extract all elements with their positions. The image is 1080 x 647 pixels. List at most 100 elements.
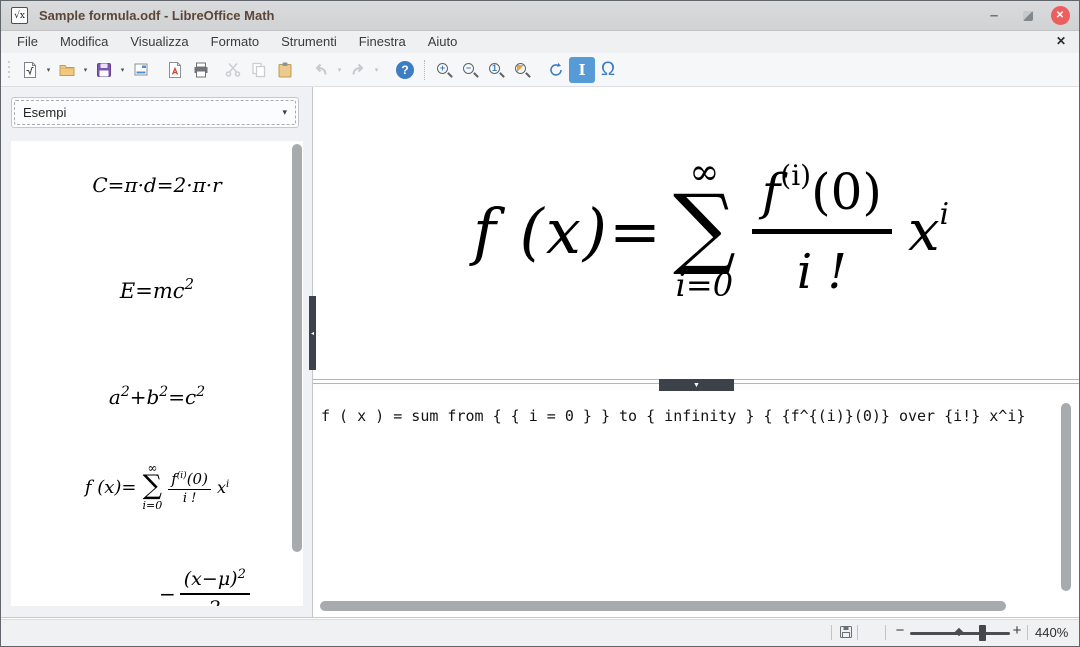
formula-preview[interactable]: f (x)= ∞ ∑ i=0 f(i)(0) i ! xi	[313, 87, 1079, 379]
redo-dropdown[interactable]: ▾	[371, 66, 382, 74]
example-list: C=π·d=2·π·r E=mc2 a2+b2=c2 f (x)= ∞ ∑ i=…	[11, 141, 303, 606]
command-editor[interactable]: f ( x ) = sum from { { i = 0 } } to { in…	[313, 391, 1079, 617]
export-pdf-button[interactable]	[162, 57, 188, 83]
print-icon	[192, 61, 210, 79]
app-window: √x Sample formula.odf - LibreOffice Math…	[0, 0, 1080, 647]
close-glyph: ✕	[1056, 10, 1064, 21]
toolbar-grip[interactable]	[4, 59, 13, 81]
zoom-slider-thumb[interactable]	[979, 625, 986, 641]
zoom-out-button[interactable]: −	[457, 57, 483, 83]
menu-item-formato[interactable]: Formato	[200, 31, 270, 53]
chevron-down-icon: ▾	[282, 107, 287, 118]
zoom-in-icon: +	[435, 61, 453, 79]
standard-toolbar: ▾ ▾ ▾ ▾	[1, 53, 1079, 87]
redo-icon	[349, 61, 367, 79]
formula-cursor-button[interactable]: I	[569, 57, 595, 83]
maximize-icon	[1023, 11, 1033, 21]
example-taylor-series[interactable]: f (x)= ∞ ∑ i=0 f(i)(0) i ! xi	[11, 463, 303, 512]
show-all-button[interactable]	[509, 57, 535, 83]
help-button[interactable]: ?	[392, 57, 418, 83]
example-circumference[interactable]: C=π·d=2·π·r	[11, 173, 303, 197]
menu-item-aiuto[interactable]: Aiuto	[417, 31, 469, 53]
update-button[interactable]	[543, 57, 569, 83]
view-splitter[interactable]: ▼	[313, 379, 1079, 391]
menu-item-finestra[interactable]: Finestra	[348, 31, 417, 53]
undo-button[interactable]	[308, 57, 334, 83]
formula-display: f (x)= ∞ ∑ i=0 f(i)(0) i ! xi	[473, 157, 949, 305]
formula-lhs: f (x)=	[473, 195, 663, 268]
maximize-button[interactable]	[1017, 5, 1039, 27]
formula-fraction: f(i)(0) i !	[752, 163, 892, 300]
omega-icon: Ω	[601, 59, 615, 81]
undo-icon	[312, 61, 330, 79]
formula-sum: ∞ ∑ i=0	[673, 157, 736, 305]
open-dropdown[interactable]: ▾	[80, 66, 91, 74]
close-document-button[interactable]: ✕	[1056, 34, 1066, 48]
symbols-catalog-button[interactable]: Ω	[595, 57, 621, 83]
zoom-level[interactable]: 440%	[1035, 625, 1068, 640]
formula-xterm: xi	[908, 199, 949, 264]
save-button[interactable]	[91, 57, 117, 83]
paste-button[interactable]	[272, 57, 298, 83]
new-document-dropdown[interactable]: ▾	[43, 66, 54, 74]
cut-icon	[224, 61, 242, 79]
save-icon	[95, 61, 113, 79]
formula-cursor-icon: I	[578, 61, 585, 79]
minimize-button[interactable]: –	[983, 5, 1005, 27]
splitter-down-arrow-icon: ▼	[693, 382, 700, 389]
edit-mode-button[interactable]	[128, 57, 154, 83]
menu-item-modifica[interactable]: Modifica	[49, 31, 119, 53]
toolbar-separator	[424, 60, 425, 80]
zoom-out-icon: −	[461, 61, 479, 79]
view-splitter-handle[interactable]: ▼	[659, 379, 734, 391]
export-pdf-icon	[166, 61, 184, 79]
zoom-100-button[interactable]: 1	[483, 57, 509, 83]
app-icon: √x	[11, 7, 28, 24]
example-pythagoras[interactable]: a2+b2=c2	[11, 385, 303, 409]
new-document-button[interactable]	[17, 57, 43, 83]
redo-button[interactable]	[345, 57, 371, 83]
menu-item-visualizza[interactable]: Visualizza	[119, 31, 199, 53]
cut-button[interactable]	[220, 57, 246, 83]
print-button[interactable]	[188, 57, 214, 83]
copy-button[interactable]	[246, 57, 272, 83]
open-button[interactable]	[54, 57, 80, 83]
new-document-icon	[21, 61, 39, 79]
category-dropdown[interactable]: Esempi ▾	[11, 97, 299, 128]
window-title: Sample formula.odf - LibreOffice Math	[39, 8, 983, 23]
example-gaussian-partial[interactable]: − (x−μ)2 2	[159, 568, 250, 606]
save-dropdown[interactable]: ▾	[117, 66, 128, 74]
menu-item-file[interactable]: File	[6, 31, 49, 53]
elements-panel: Esempi ▾ C=π·d=2·π·r E=mc2 a2+b2=c2 f (x…	[1, 87, 313, 617]
panel-splitter-handle[interactable]: ◂	[309, 296, 316, 370]
close-icon: ✕	[1051, 6, 1070, 25]
zoom-in-control[interactable]: +	[1009, 622, 1025, 639]
open-folder-icon	[58, 61, 76, 79]
show-all-icon	[513, 61, 531, 79]
app-icon-glyph: √x	[14, 11, 25, 21]
menubar: File Modifica Visualizza Formato Strumen…	[1, 31, 1079, 53]
copy-icon	[250, 61, 268, 79]
undo-dropdown[interactable]: ▾	[334, 66, 345, 74]
category-dropdown-value: Esempi	[23, 105, 282, 120]
example-list-scrollbar[interactable]	[292, 144, 302, 552]
paste-icon	[276, 61, 294, 79]
zoom-out-control[interactable]: −	[892, 622, 908, 639]
titlebar[interactable]: √x Sample formula.odf - LibreOffice Math…	[1, 1, 1079, 31]
example-einstein[interactable]: E=mc2	[11, 279, 303, 303]
statusbar: − + 440%	[1, 617, 1079, 646]
splitter-arrow-icon: ◂	[311, 330, 314, 337]
minimize-icon: –	[990, 11, 998, 21]
command-vertical-scrollbar[interactable]	[1061, 403, 1071, 591]
edit-document-icon	[132, 61, 150, 79]
update-icon	[547, 61, 565, 79]
command-text[interactable]: f ( x ) = sum from { { i = 0 } } to { in…	[321, 407, 1025, 425]
command-horizontal-scrollbar[interactable]	[320, 601, 1006, 611]
save-status-icon[interactable]	[838, 624, 854, 645]
close-button[interactable]: ✕	[1049, 5, 1071, 27]
main-area: f (x)= ∞ ∑ i=0 f(i)(0) i ! xi ▼	[313, 87, 1079, 617]
content: Esempi ▾ C=π·d=2·π·r E=mc2 a2+b2=c2 f (x…	[1, 87, 1079, 617]
zoom-in-button[interactable]: +	[431, 57, 457, 83]
zoom-100-icon: 1	[487, 61, 505, 79]
menu-item-strumenti[interactable]: Strumenti	[270, 31, 348, 53]
